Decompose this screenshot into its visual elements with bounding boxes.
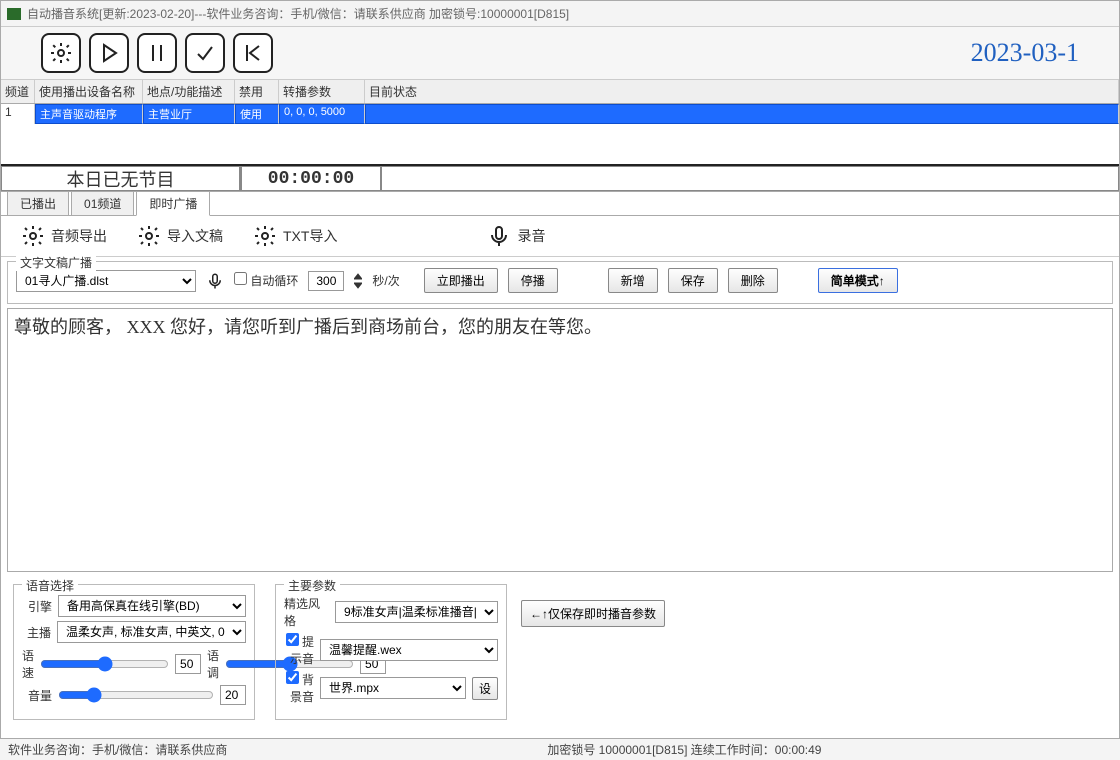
tip-sound-checkbox[interactable]	[286, 633, 299, 646]
check-button[interactable]	[185, 33, 225, 73]
timer-display: 00:00:00	[241, 166, 381, 191]
tip-sound-label[interactable]: 提示音	[284, 633, 314, 667]
cell-status	[365, 104, 1119, 124]
spinner-icon[interactable]	[354, 273, 362, 289]
status-contact: 软件业务咨询：手机/微信：请联系供应商	[8, 741, 227, 758]
cell-device: 主声音驱动程序	[35, 104, 143, 124]
col-location: 地点/功能描述	[143, 80, 235, 103]
tip-sound-select[interactable]: 温馨提醒.wex	[320, 639, 498, 661]
audio-export-button[interactable]: 音频导出	[21, 224, 107, 248]
voice-select-fieldset: 语音选择 引擎 备用高保真在线引擎(BD) 主播 温柔女声, 标准女声, 中英文…	[13, 584, 255, 720]
engine-label: 引擎	[22, 598, 52, 615]
record-label: 录音	[517, 226, 545, 246]
play-now-button[interactable]: 立即播出	[424, 268, 498, 293]
channel-grid[interactable]: 1 主声音驱动程序 主营业厅 使用 0, 0, 0, 5000	[1, 104, 1119, 166]
gear-icon	[21, 224, 45, 248]
main-params-fieldset: 主要参数 精选风格 9标准女声|温柔标准播音| 提示音 温馨提醒.wex 背景音…	[275, 584, 507, 720]
settings-button[interactable]	[41, 33, 81, 73]
bg-sound-label[interactable]: 背景音	[284, 671, 314, 705]
status-row: 本日已无节目 00:00:00	[1, 166, 1119, 192]
tab-instant-broadcast[interactable]: 即时广播	[136, 191, 210, 216]
table-row[interactable]: 1 主声音驱动程序 主营业厅 使用 0, 0, 0, 5000	[1, 104, 1119, 124]
main-params-legend: 主要参数	[284, 577, 340, 594]
simple-mode-button[interactable]: 简单模式↑	[818, 268, 898, 293]
cell-params: 0, 0, 0, 5000	[279, 104, 365, 124]
script-text-area[interactable]: 尊敬的顾客， XXX 您好，请您听到广播后到商场前台，您的朋友在等您。	[7, 308, 1113, 572]
gear-icon	[137, 224, 161, 248]
status-lock: 加密锁号 10000001[D815] 连续工作时间：00:00:49	[547, 741, 821, 758]
interval-unit: 秒/次	[372, 272, 399, 289]
cell-channel: 1	[1, 104, 35, 124]
back-button[interactable]	[233, 33, 273, 73]
auto-loop-checkbox[interactable]	[234, 272, 247, 285]
status-spacer	[381, 166, 1119, 191]
bg-sound-select[interactable]: 世界.mpx	[320, 677, 466, 699]
app-icon	[7, 8, 21, 20]
delete-button[interactable]: 删除	[728, 268, 778, 293]
import-script-label: 导入文稿	[167, 226, 223, 246]
anchor-label: 主播	[22, 624, 51, 641]
tab-played[interactable]: 已播出	[7, 191, 69, 215]
txt-import-label: TXT导入	[283, 226, 337, 246]
status-bar: 软件业务咨询：手机/微信：请联系供应商 加密锁号 10000001[D815] …	[0, 738, 1120, 760]
record-button[interactable]: 录音	[487, 224, 545, 248]
style-label: 精选风格	[284, 595, 329, 629]
col-disable: 禁用	[235, 80, 279, 103]
import-script-button[interactable]: 导入文稿	[137, 224, 223, 248]
window-titlebar: 自动播音系统[更新:2023-02-20]---软件业务咨询：手机/微信：请联系…	[1, 1, 1119, 27]
cell-location: 主营业厅	[143, 104, 235, 124]
speed-value[interactable]	[175, 654, 201, 674]
speed-label: 语速	[22, 647, 34, 681]
main-toolbar: 2023-03-1	[1, 27, 1119, 80]
col-status: 目前状态	[365, 80, 1119, 103]
window-title: 自动播音系统[更新:2023-02-20]---软件业务咨询：手机/微信：请联系…	[27, 5, 569, 22]
engine-select[interactable]: 备用高保真在线引擎(BD)	[58, 595, 246, 617]
audio-export-label: 音频导出	[51, 226, 107, 246]
col-device: 使用播出设备名称	[35, 80, 143, 103]
col-params: 转播参数	[279, 80, 365, 103]
stop-button[interactable]: 停播	[508, 268, 558, 293]
col-channel: 频道	[1, 80, 35, 103]
bg-sound-checkbox[interactable]	[286, 671, 299, 684]
save-only-panel: ←↑仅保存即时播音参数	[521, 580, 691, 724]
volume-label: 音量	[22, 687, 52, 704]
new-button[interactable]: 新增	[608, 268, 658, 293]
play-button[interactable]	[89, 33, 129, 73]
txt-import-button[interactable]: TXT导入	[253, 224, 337, 248]
style-select[interactable]: 9标准女声|温柔标准播音|	[335, 601, 498, 623]
save-button[interactable]: 保存	[668, 268, 718, 293]
volume-value[interactable]	[220, 685, 246, 705]
anchor-select[interactable]: 温柔女声, 标准女声, 中英文, 0	[57, 621, 246, 643]
microphone-icon[interactable]	[206, 272, 224, 290]
no-program-label: 本日已无节目	[1, 166, 241, 191]
save-instant-params-button[interactable]: ←↑仅保存即时播音参数	[521, 600, 665, 627]
gear-icon	[253, 224, 277, 248]
script-file-select[interactable]: 01寻人广播.dlst	[16, 270, 196, 292]
date-display: 2023-03-1	[971, 38, 1079, 68]
tab-channel01[interactable]: 01频道	[71, 191, 134, 215]
bottom-panels: 语音选择 引擎 备用高保真在线引擎(BD) 主播 温柔女声, 标准女声, 中英文…	[1, 576, 1119, 728]
speed-slider[interactable]	[40, 656, 169, 672]
script-broadcast-fieldset: 文字文稿广播 01寻人广播.dlst 自动循环 秒/次 立即播出 停播 新增 保…	[7, 261, 1113, 304]
pitch-label: 语调	[207, 647, 219, 681]
voice-select-legend: 语音选择	[22, 577, 78, 594]
microphone-icon	[487, 224, 511, 248]
main-tabs: 已播出 01频道 即时广播	[1, 192, 1119, 216]
bg-set-button[interactable]: 设	[472, 677, 498, 700]
cell-disable: 使用	[235, 104, 279, 124]
pause-button[interactable]	[137, 33, 177, 73]
auto-loop-label[interactable]: 自动循环	[234, 272, 298, 289]
channel-grid-header: 频道 使用播出设备名称 地点/功能描述 禁用 转播参数 目前状态	[1, 80, 1119, 104]
interval-input[interactable]	[308, 271, 344, 291]
volume-slider[interactable]	[58, 687, 214, 703]
action-toolbar: 音频导出 导入文稿 TXT导入 录音	[1, 216, 1119, 257]
script-broadcast-legend: 文字文稿广播	[16, 254, 96, 271]
